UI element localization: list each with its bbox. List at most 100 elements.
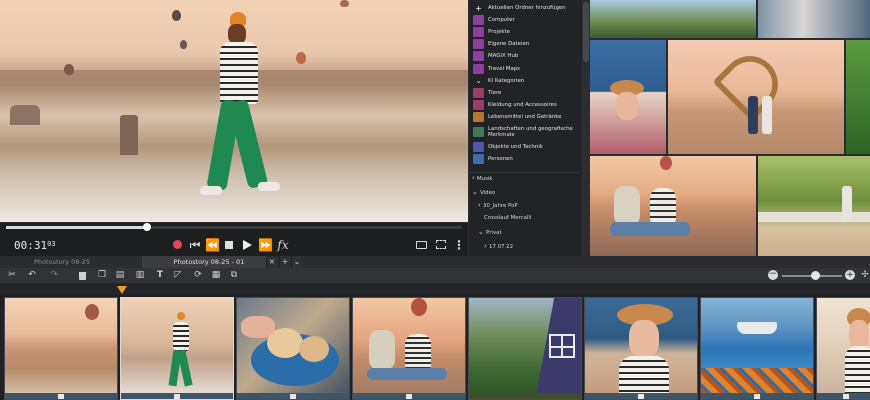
media-pool-item[interactable]: Objekte und Technik [470, 141, 582, 153]
timeline-clip-selected[interactable] [120, 297, 234, 400]
timeline-clip[interactable] [352, 297, 466, 400]
close-tab-icon[interactable]: × [266, 256, 277, 268]
person-icon [473, 154, 484, 165]
food-icon [473, 111, 484, 122]
media-pool-item-label: Lebensmittel und Getränke [488, 113, 562, 120]
media-pool-item-label: Objekte und Technik [488, 144, 543, 151]
paste-icon[interactable]: ▤ [114, 270, 126, 281]
video-preview[interactable] [0, 0, 468, 222]
media-pool-item[interactable]: Landschaften und geografische Merkmale [470, 123, 582, 141]
timeline-clip[interactable] [700, 297, 814, 400]
app-window: 00:3103 ⏮ ⏪ ⏩ fx ⋮ + Aktuellen Ordner hin… [0, 0, 870, 400]
redo-icon[interactable]: ↷ [48, 270, 60, 281]
undo-icon[interactable]: ↶ [26, 270, 38, 281]
computer-icon [473, 15, 484, 26]
playhead-marker[interactable] [117, 286, 127, 294]
zoom-slider-handle[interactable] [810, 271, 820, 280]
paste-icon[interactable]: ▥ [134, 270, 146, 281]
photo-tile[interactable] [590, 0, 756, 38]
folder-tree-item[interactable]: › 30_Jahre PoP [478, 201, 518, 209]
tab-dropdown-icon[interactable]: ⌄ [291, 256, 302, 268]
fullscreen-icon[interactable] [434, 238, 448, 249]
title-icon[interactable]: T [154, 270, 166, 281]
photo-tile[interactable] [758, 156, 870, 256]
media-pool-item[interactable]: Projekte [470, 26, 582, 38]
copy-icon[interactable]: ❐ [96, 270, 108, 281]
media-pool-item[interactable]: Computer [470, 14, 582, 26]
media-pool-item[interactable]: Travel Maps [470, 63, 582, 75]
media-pool-item[interactable]: Eigene Dateien [470, 38, 582, 50]
cast-icon[interactable] [414, 238, 428, 249]
photo-tile[interactable] [590, 40, 666, 154]
media-pool-item[interactable]: Personen [470, 153, 582, 165]
folder-tree-item[interactable]: › 17 07 22 [484, 242, 513, 250]
media-pool-item-label: Computer [488, 17, 515, 24]
folder-tree-item[interactable]: › Musik [472, 174, 493, 182]
stop-icon[interactable] [222, 238, 236, 249]
fit-icon[interactable]: ✢ [859, 270, 870, 281]
media-pool-item[interactable]: ⌄ KI Kategorien [470, 75, 582, 87]
media-pool-item-label: Eigene Dateien [488, 41, 530, 48]
folder-tree-label: Crosslauf Mercalli [484, 214, 532, 221]
striped-top [220, 42, 258, 104]
folder-tree-item[interactable]: ⌄ Video [472, 188, 495, 196]
rock-pillar [120, 115, 138, 155]
media-pool-item[interactable]: Kleidung und Accessoires [470, 99, 582, 111]
zoom-out-icon[interactable]: − [768, 270, 778, 280]
effects-icon[interactable]: ⧉ [228, 270, 240, 281]
balloon [340, 0, 349, 7]
folder-tree-item[interactable]: Crosslauf Mercalli [484, 215, 531, 221]
balloon [180, 40, 187, 49]
timeline-clip[interactable] [4, 297, 118, 400]
hair [228, 24, 246, 44]
media-pool-item[interactable]: + Aktuellen Ordner hinzufügen [470, 2, 582, 14]
tab-photostory-01[interactable]: Photostory 08-25 - 01 [142, 256, 276, 268]
rotate-icon[interactable]: ⟳ [192, 270, 204, 281]
scissors-icon[interactable]: ✂ [6, 270, 18, 281]
transition-icon [549, 334, 575, 358]
media-pool-item[interactable]: Lebensmittel und Getränke [470, 111, 582, 123]
skip-back-icon[interactable]: ⏮ [188, 238, 202, 252]
fx-icon[interactable]: fx [276, 238, 290, 252]
folder-tree-item[interactable]: ⌄ Privat [478, 228, 502, 236]
rewind-icon[interactable]: ⏪ [205, 238, 220, 252]
rock-pillar [10, 105, 40, 125]
media-pool-item[interactable]: MAGIX Hub [470, 50, 582, 62]
crop-icon[interactable]: ◸ [172, 270, 184, 281]
media-pool-item-label: Travel Maps [488, 65, 520, 72]
delete-icon[interactable] [76, 270, 88, 281]
chevron-down-icon: ⌄ [473, 75, 484, 86]
play-icon[interactable] [240, 238, 254, 250]
timeline-clip[interactable] [816, 297, 870, 400]
divider [470, 172, 580, 173]
balloon [296, 52, 306, 64]
photo-tile[interactable] [590, 156, 756, 256]
transition-icon[interactable]: ▦ [210, 270, 222, 281]
clothing-icon [473, 99, 484, 110]
photo-tile[interactable] [846, 40, 870, 154]
media-pool-item-label: Landschaften und geografische Merkmale [488, 125, 573, 139]
map-icon [473, 63, 484, 74]
tab-photostory[interactable]: Photostory 08-25 [4, 256, 120, 268]
zoom-in-icon[interactable]: + [845, 270, 855, 280]
folder-tree-label: 30_Jahre PoP [483, 203, 518, 209]
more-icon[interactable]: ⋮ [452, 238, 466, 252]
timecode-frames: 03 [47, 240, 56, 248]
timeline-clip-transition[interactable] [468, 297, 582, 400]
add-tab-icon[interactable]: + [279, 256, 290, 268]
media-pool-item[interactable]: Tiere [470, 87, 582, 99]
tab-bar [0, 256, 870, 268]
timeline-clip[interactable] [584, 297, 698, 400]
fast-forward-icon[interactable]: ⏩ [258, 238, 273, 252]
sneaker [200, 186, 222, 195]
balloon [172, 10, 181, 21]
photo-tile[interactable] [758, 0, 870, 38]
timecode-main: 00:31 [14, 239, 48, 252]
timeline-ruler[interactable] [0, 284, 870, 295]
timeline-clip[interactable] [236, 297, 350, 400]
timecode-display: 00:3103 [14, 239, 56, 252]
landscape-icon [473, 127, 484, 137]
photo-tile[interactable] [668, 40, 844, 154]
scrollbar-thumb[interactable] [583, 2, 589, 62]
record-icon[interactable] [170, 238, 184, 249]
